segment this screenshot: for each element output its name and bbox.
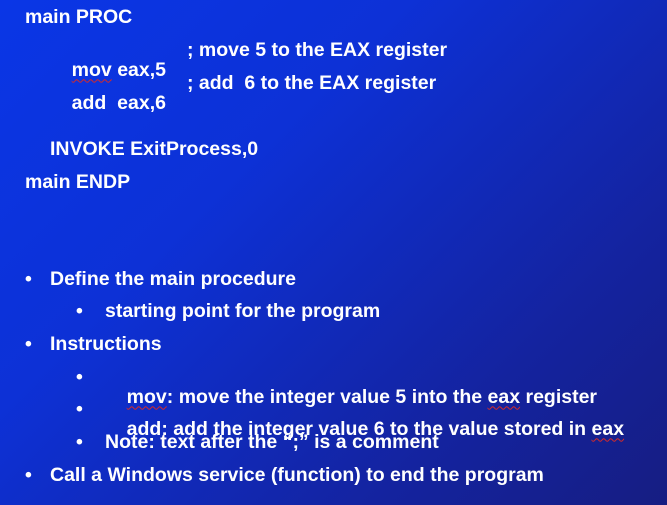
bullet-dot: •: [76, 366, 83, 388]
bullet-instructions: Instructions: [50, 333, 162, 355]
code-proc-line: main PROC: [25, 6, 133, 28]
bullet-call-windows-service: Call a Windows service (function) to end…: [50, 464, 544, 486]
code-add-keyword: add: [71, 91, 107, 114]
bullet-dot: •: [76, 300, 83, 322]
code-invoke-line: INVOKE ExitProcess,0: [50, 138, 259, 160]
bullet-dot: •: [25, 268, 32, 290]
code-add-comment: ; add 6 to the EAX register: [187, 72, 437, 94]
code-add-args: eax,6: [106, 91, 166, 114]
bullet-dot: •: [76, 431, 83, 453]
code-endp-line: main ENDP: [25, 171, 131, 193]
eax-keyword: eax: [591, 417, 625, 440]
bullet-starting-point: starting point for the program: [105, 300, 381, 322]
bullet-define-main: Define the main procedure: [50, 268, 296, 290]
bullet-dot: •: [76, 398, 83, 420]
bullet-dot: •: [25, 333, 32, 355]
code-add-line: add eax,6: [50, 74, 166, 133]
code-mov-comment: ; move 5 to the EAX register: [187, 39, 448, 61]
bullet-dot: •: [25, 464, 32, 486]
slide: main PROC mov eax,5 ; move 5 to the EAX …: [0, 0, 667, 505]
bullet-comment-note: Note: text after the “;” is a comment: [105, 431, 439, 453]
